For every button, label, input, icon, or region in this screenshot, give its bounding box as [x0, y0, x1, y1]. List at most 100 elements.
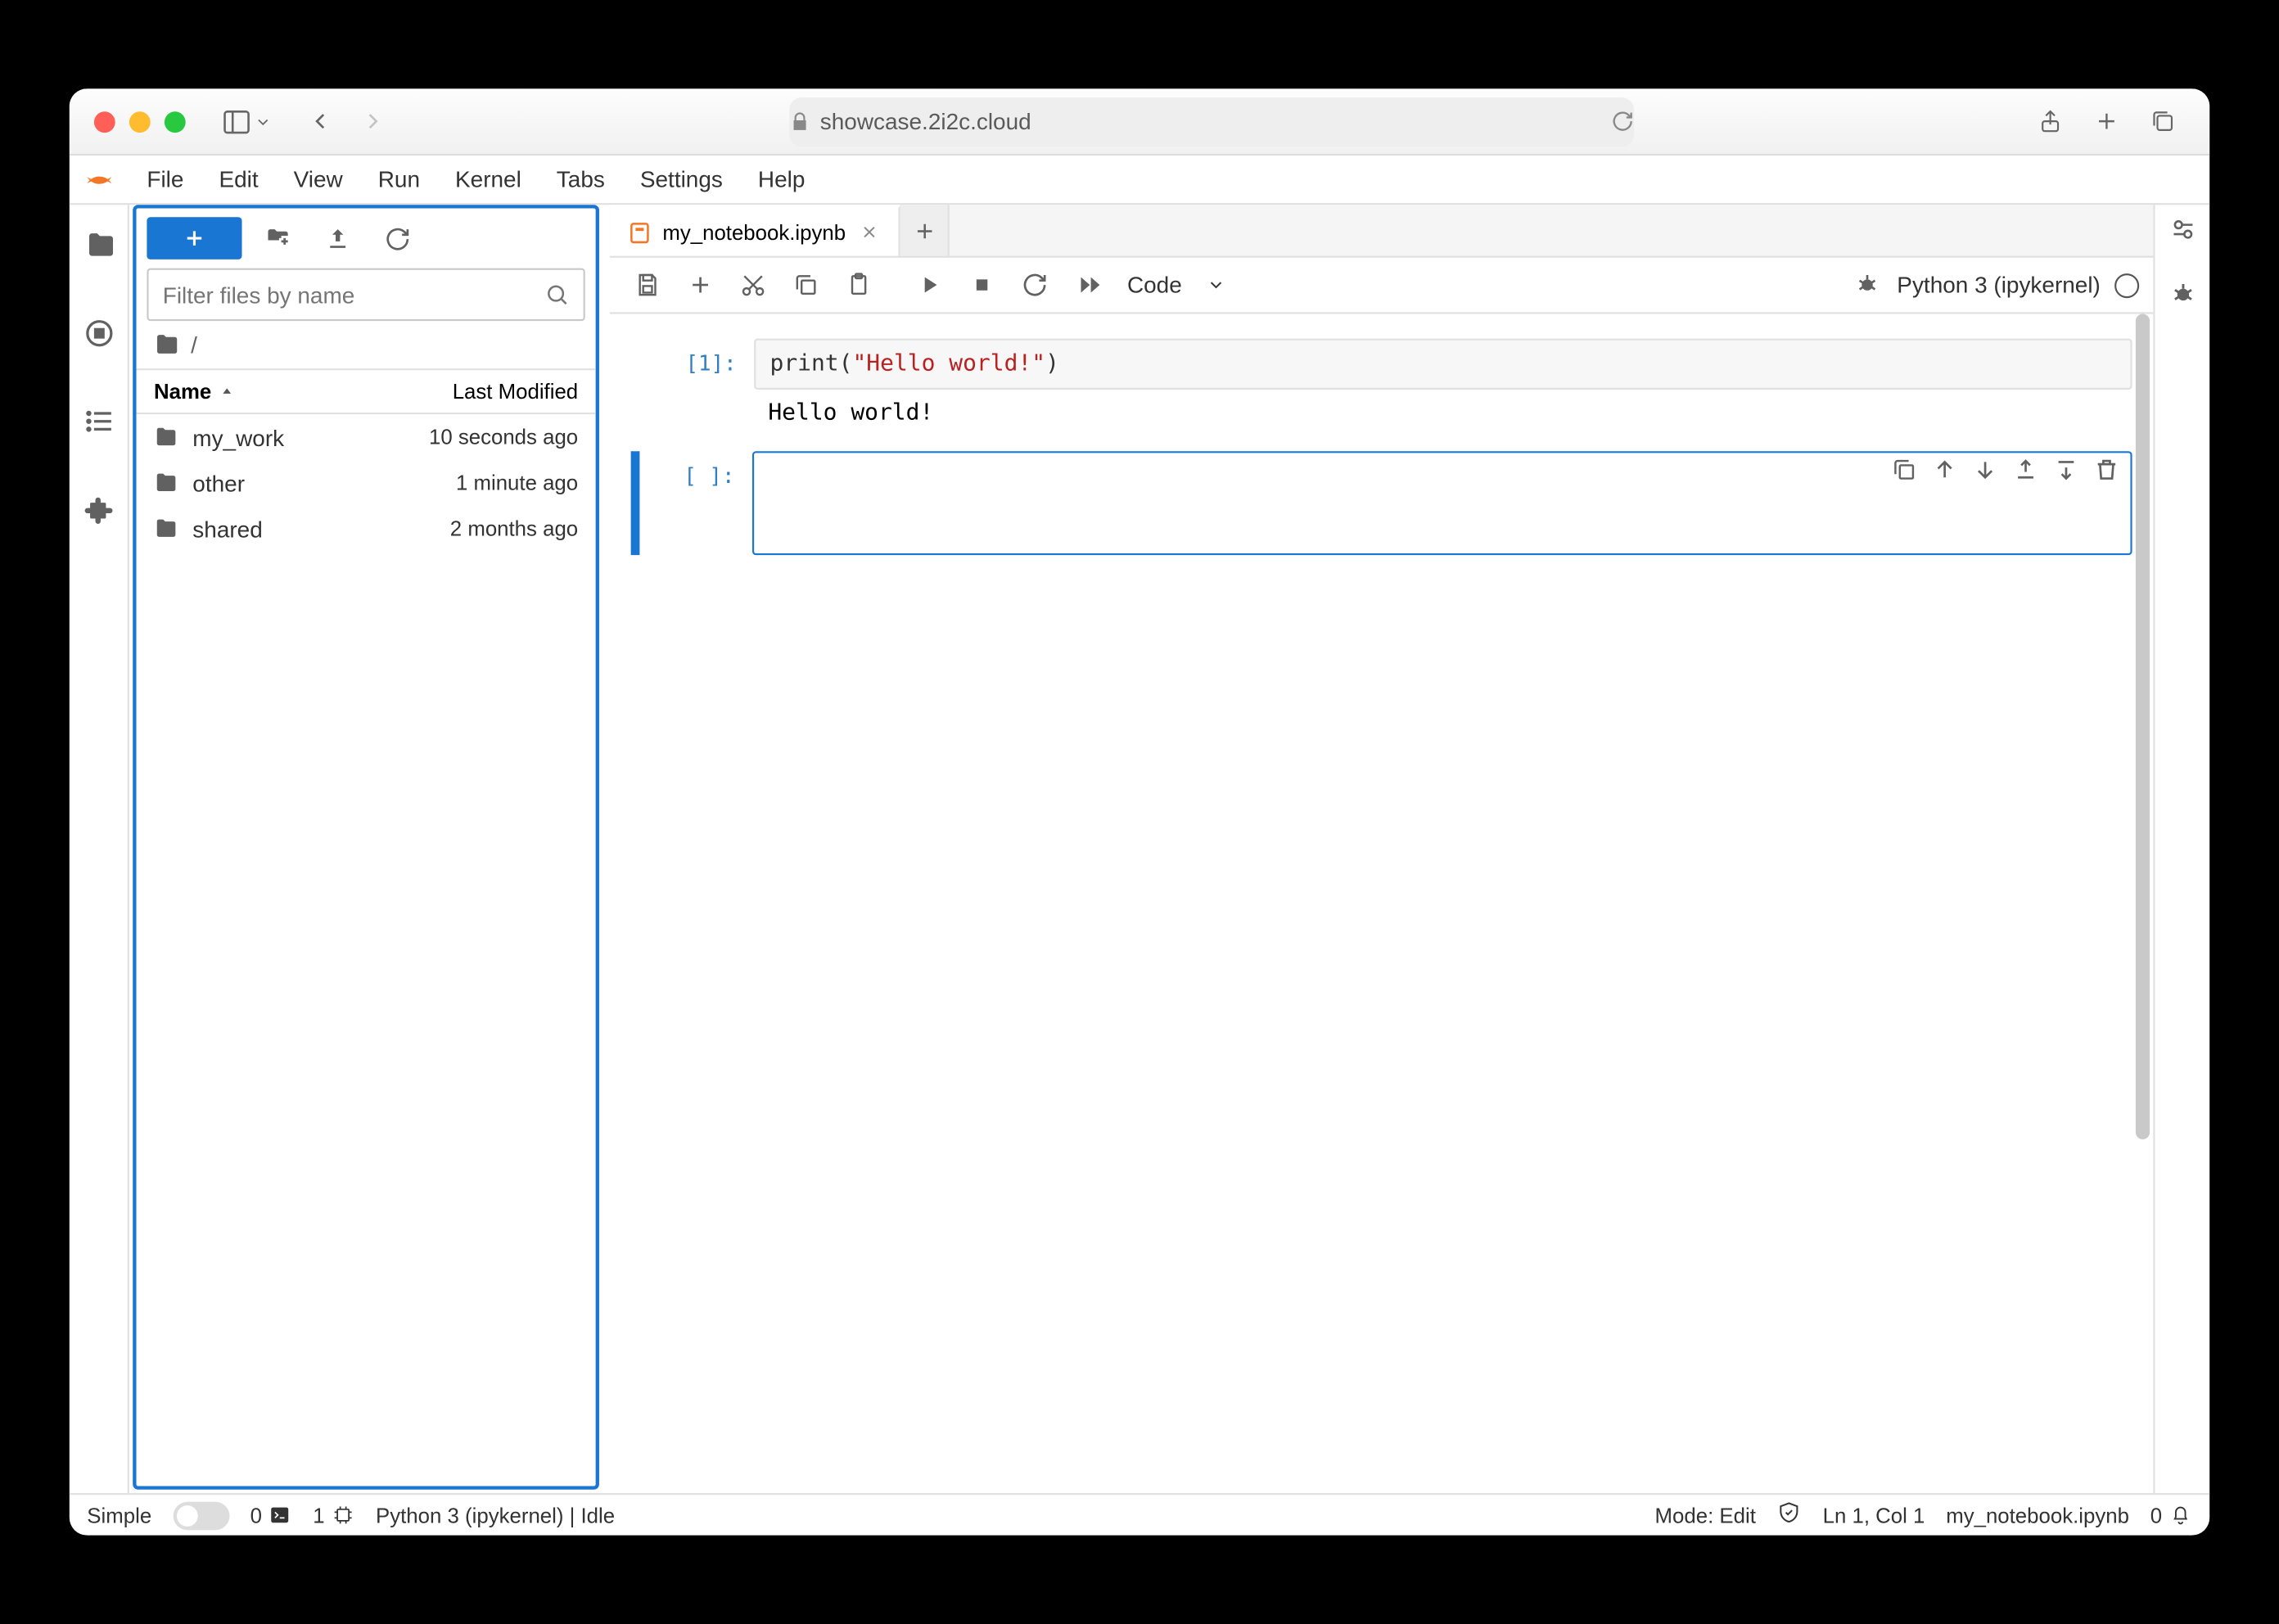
menu-kernel[interactable]: Kernel — [438, 156, 539, 203]
file-name: shared — [186, 516, 450, 542]
code-cell-active[interactable]: [ ]: — [631, 451, 2132, 555]
tabs-overview-button[interactable] — [2139, 100, 2185, 142]
insert-cell-button[interactable] — [677, 264, 723, 306]
file-name: other — [186, 470, 456, 496]
modified-column-header[interactable]: Last Modified — [388, 379, 596, 404]
file-browser-toolbar — [136, 209, 595, 268]
file-list-header: Name Last Modified — [136, 368, 595, 414]
sidebar-toggle-button[interactable] — [221, 106, 272, 138]
notebook-icon — [627, 220, 652, 245]
close-tab-button[interactable] — [856, 220, 881, 245]
mode-status[interactable]: Mode: Edit — [1655, 1503, 1756, 1527]
notifications-status[interactable]: 0 — [2150, 1503, 2192, 1527]
filter-field[interactable] — [147, 268, 584, 322]
file-row[interactable]: other 1 minute ago — [136, 460, 595, 506]
tab-title: my_notebook.ipynb — [662, 220, 846, 245]
kernel-indicator[interactable]: Python 3 (ipykernel) — [1897, 272, 2139, 298]
extensions-tab[interactable] — [70, 480, 128, 539]
file-browser-tab[interactable] — [70, 215, 128, 275]
new-tab-button[interactable] — [2083, 100, 2128, 142]
cell-prompt: [1]: — [642, 339, 755, 437]
jupyter-logo[interactable] — [70, 156, 129, 203]
left-rail — [70, 205, 129, 1493]
debugger-panel-button[interactable] — [2168, 281, 2196, 314]
kernel-status-icon — [2114, 273, 2139, 297]
main-area: / Name Last Modified my_work 10 seconds … — [70, 205, 2209, 1493]
paste-button[interactable] — [835, 264, 881, 306]
breadcrumb[interactable]: / — [136, 321, 595, 368]
terminals-status[interactable]: 0 — [250, 1503, 292, 1527]
status-bar: Simple 0 1 Python 3 (ipykernel) | Idle M… — [70, 1493, 2209, 1536]
status-filename[interactable]: my_notebook.ipynb — [1946, 1503, 2129, 1527]
cursor-position[interactable]: Ln 1, Col 1 — [1823, 1503, 1925, 1527]
cell-actions — [1891, 457, 2120, 490]
restart-button[interactable] — [1011, 264, 1057, 306]
move-cell-down-button[interactable] — [1972, 457, 1998, 490]
menu-run[interactable]: Run — [360, 156, 437, 203]
simple-mode-toggle[interactable] — [173, 1501, 229, 1529]
code-cell[interactable]: [1]: print("Hello world!") Hello world! — [631, 339, 2132, 437]
back-button[interactable] — [296, 100, 342, 142]
maximize-window-button[interactable] — [165, 111, 186, 132]
add-tab-button[interactable] — [900, 205, 950, 255]
kernels-status[interactable]: 1 — [313, 1503, 354, 1527]
debugger-button[interactable] — [1844, 264, 1890, 306]
move-cell-up-button[interactable] — [1932, 457, 1958, 490]
folder-icon — [154, 425, 186, 449]
scrollbar[interactable] — [2134, 314, 2152, 1494]
refresh-button[interactable] — [372, 217, 422, 259]
forward-button[interactable] — [350, 100, 395, 142]
file-row[interactable]: shared 2 months ago — [136, 506, 595, 552]
delete-cell-button[interactable] — [2093, 457, 2119, 490]
property-inspector-button[interactable] — [2168, 215, 2196, 249]
url-field[interactable]: showcase.2i2c.cloud — [788, 97, 1633, 146]
menu-settings[interactable]: Settings — [622, 156, 740, 203]
chevron-down-icon — [1207, 275, 1226, 295]
notebook-body: [1]: print("Hello world!") Hello world! … — [610, 314, 2154, 1494]
new-folder-button[interactable] — [252, 217, 301, 259]
notebook-tab[interactable]: my_notebook.ipynb — [610, 205, 900, 255]
running-tab[interactable] — [70, 304, 128, 363]
notebook-toolbar: Code Python 3 (ipykernel) — [610, 258, 2154, 314]
menu-help[interactable]: Help — [740, 156, 823, 203]
filter-input[interactable] — [163, 282, 545, 308]
file-modified: 10 seconds ago — [429, 425, 578, 449]
restart-run-all-button[interactable] — [1064, 264, 1110, 306]
trusted-icon[interactable] — [1777, 1500, 1802, 1531]
browser-right-toolbar — [2027, 100, 2186, 142]
traffic-lights — [94, 111, 186, 132]
jupyter-app: File Edit View Run Kernel Tabs Settings … — [70, 156, 2209, 1536]
share-button[interactable] — [2027, 100, 2073, 142]
code-input[interactable]: print("Hello world!") — [754, 339, 2132, 390]
menu-view[interactable]: View — [276, 156, 360, 203]
run-button[interactable] — [905, 264, 951, 306]
new-launcher-button[interactable] — [147, 217, 241, 259]
menu-tabs[interactable]: Tabs — [539, 156, 622, 203]
close-window-button[interactable] — [94, 111, 115, 132]
copy-button[interactable] — [783, 264, 828, 306]
toc-tab[interactable] — [70, 391, 128, 451]
bell-icon — [2169, 1504, 2192, 1527]
kernel-status-text[interactable]: Python 3 (ipykernel) | Idle — [376, 1503, 615, 1527]
folder-icon — [154, 471, 186, 495]
insert-cell-above-button[interactable] — [2012, 457, 2038, 490]
reload-icon[interactable] — [1610, 110, 1633, 133]
code-input[interactable] — [752, 451, 2132, 555]
terminal-icon — [269, 1504, 292, 1527]
file-row[interactable]: my_work 10 seconds ago — [136, 414, 595, 460]
minimize-window-button[interactable] — [129, 111, 151, 132]
duplicate-cell-button[interactable] — [1891, 457, 1917, 490]
menu-file[interactable]: File — [129, 156, 201, 203]
name-column-header[interactable]: Name — [136, 379, 387, 404]
search-icon — [544, 282, 569, 307]
menu-edit[interactable]: Edit — [201, 156, 276, 203]
upload-button[interactable] — [312, 217, 361, 259]
cell-type-selector[interactable]: Code — [1117, 272, 1236, 298]
lock-icon — [788, 111, 810, 132]
insert-cell-below-button[interactable] — [2053, 457, 2079, 490]
save-button[interactable] — [624, 264, 670, 306]
cut-button[interactable] — [729, 264, 775, 306]
url-bar: showcase.2i2c.cloud — [409, 97, 2013, 146]
folder-icon — [154, 517, 186, 541]
interrupt-button[interactable] — [959, 264, 1004, 306]
